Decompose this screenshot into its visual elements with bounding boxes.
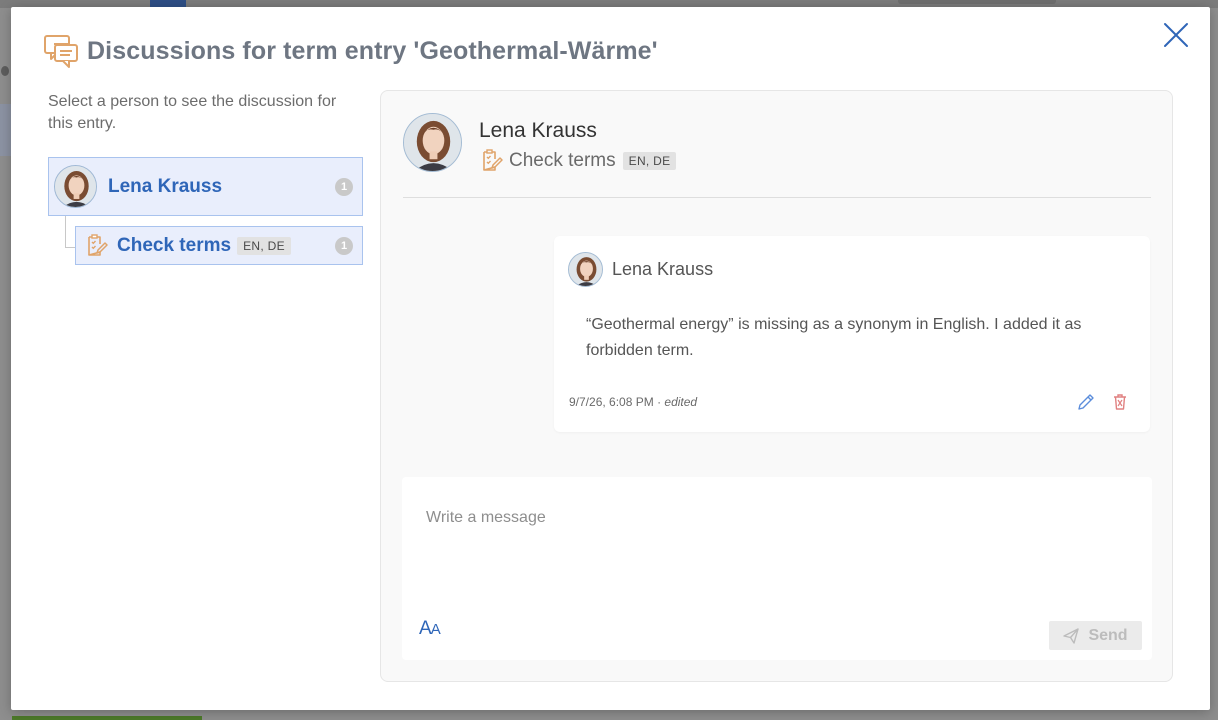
conversation-task: Check terms EN, DE (479, 149, 677, 173)
header-divider (403, 197, 1151, 198)
message-composer: AA Send (402, 477, 1152, 660)
background-search-bar (898, 0, 1056, 4)
text-format-icon[interactable]: AA (419, 618, 441, 640)
task-label: Check terms (117, 234, 232, 256)
message-timestamp: 9/7/26, 6:08 PM (569, 395, 654, 409)
background-progress-bar (12, 716, 202, 720)
conversation-pane: Lena Krauss Check terms EN, DE Lena Krau… (380, 90, 1173, 682)
participants-intro: Select a person to see the discussion fo… (48, 93, 337, 132)
conversation-author: Lena Krauss (479, 119, 597, 142)
participant-item[interactable]: Lena Krauss 1 (48, 157, 363, 216)
meta-separator: · (653, 395, 665, 409)
avatar (54, 165, 97, 208)
message-body: “Geothermal energy” is missing as a syno… (586, 316, 1082, 359)
modal-header: Discussions for term entry 'Geothermal-W… (43, 33, 658, 69)
conversation-header: Lena Krauss Check terms EN, DE (403, 113, 677, 173)
participant-name: Lena Krauss (108, 175, 223, 197)
message-input[interactable] (426, 509, 1126, 527)
message-count-badge: 1 (335, 236, 353, 255)
checklist-pencil-icon (88, 233, 108, 256)
message-meta: 9/7/26, 6:08 PM · edited (569, 395, 697, 409)
format-label-large: A (419, 618, 432, 639)
language-tag: EN, DE (622, 152, 677, 170)
message-count-badge: 1 (335, 177, 353, 196)
discussion-modal: Discussions for term entry 'Geothermal-W… (11, 7, 1210, 710)
close-icon[interactable] (1162, 21, 1190, 49)
avatar (403, 113, 462, 172)
task-item-check-terms[interactable]: Check terms EN, DE 1 (75, 226, 363, 265)
message-author: Lena Krauss (612, 259, 714, 279)
background-dot (1, 66, 9, 76)
discussion-icon (44, 35, 78, 68)
pencil-icon[interactable] (1076, 392, 1096, 412)
format-label-small: A (430, 621, 441, 638)
send-button[interactable]: Send (1049, 621, 1142, 650)
modal-title: Discussions for term entry 'Geothermal-W… (87, 36, 658, 65)
trash-icon[interactable] (1111, 393, 1129, 411)
edited-label: edited (664, 395, 698, 409)
message-card: Lena Krauss “Geothermal energy” is missi… (554, 236, 1150, 432)
conversation-task-label: Check terms (509, 150, 616, 171)
tree-connector (65, 216, 75, 248)
message-header: Lena Krauss (568, 252, 713, 287)
language-tag: EN, DE (237, 236, 291, 255)
conversation-header-text: Lena Krauss Check terms EN, DE (479, 113, 677, 173)
participants-pane: Select a person to see the discussion fo… (48, 91, 364, 265)
avatar (568, 252, 603, 287)
paper-plane-icon (1063, 627, 1080, 644)
checklist-pencil-icon (483, 149, 503, 171)
send-label: Send (1088, 626, 1128, 644)
